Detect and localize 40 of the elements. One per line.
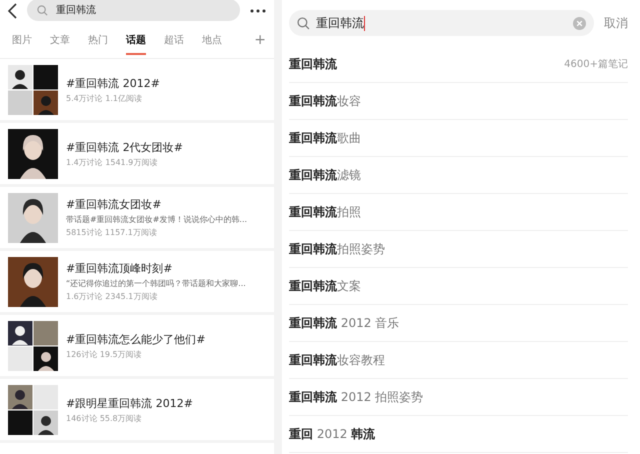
topic-title[interactable]: #重回韩流 2012# [66, 76, 160, 90]
suggestion-item[interactable]: 重回韩流 [289, 56, 337, 72]
suggestion-item[interactable]: 重回韩流滤镜 [289, 166, 361, 184]
suggestion-item[interactable]: 重回韩流文案 [289, 278, 361, 294]
topic-stats: 146讨论 55.8万阅读 [66, 412, 143, 424]
search-field[interactable]: 重回韩流 [289, 10, 594, 36]
topic-stats: 5.4万讨论 1.1亿阅读 [66, 92, 143, 104]
suggestion-item[interactable]: 重回韩流 2012 拍照姿势 [289, 388, 424, 406]
add-tab-button[interactable]: + [254, 32, 266, 48]
tab[interactable]: 图片 [12, 25, 50, 55]
suggestion-item[interactable]: 重回韩流妆容教程 [289, 352, 385, 368]
topic-description: 带话题#重回韩流女团妆#发博！说说你心中的韩... [66, 214, 248, 225]
topic-title[interactable]: #重回韩流顶峰时刻# [66, 261, 246, 276]
topic-title[interactable]: #重回韩流 2代女团妆# [66, 140, 183, 154]
more-icon[interactable] [250, 9, 266, 13]
topic-title[interactable]: #跟明星重回韩流 2012# [66, 396, 193, 410]
note-count: 4600+篇笔记 [564, 58, 628, 71]
tab[interactable]: 超话 [164, 25, 202, 55]
suggestion-item[interactable]: 重回韩流 2012 音乐 [289, 314, 400, 332]
suggestion-item[interactable]: 重回韩流拍照 [289, 204, 361, 220]
suggestion-item[interactable]: 重回 2012 韩流 [289, 426, 376, 442]
topic-title[interactable]: #重回韩流女团妆# [66, 197, 248, 212]
topic-stats: 126讨论 19.5万阅读 [66, 348, 143, 360]
topic-title[interactable]: #重回韩流怎么能少了他们# [66, 332, 206, 346]
topic-stats: 1.4万讨论 1541.9万阅读 [66, 156, 158, 168]
topic-description: “还记得你追过的第一个韩团吗？带话题和大家聊... [66, 278, 246, 289]
suggestion-item[interactable]: 重回韩流拍照姿势 [289, 240, 385, 258]
topic-stats: 1.6万讨论 2345.1万阅读 [66, 291, 158, 302]
back-icon[interactable] [8, 3, 17, 19]
tab[interactable]: 话题 [126, 25, 146, 55]
tab[interactable]: 地点 [202, 25, 240, 55]
suggestion-item[interactable]: 重回韩流妆容 [289, 92, 361, 110]
tab[interactable]: 文章 [50, 25, 88, 55]
topic-stats: 5815讨论 1157.1万阅读 [66, 227, 158, 238]
search-icon [297, 16, 310, 30]
search-field[interactable]: 重回韩流 [27, 0, 240, 21]
tab[interactable]: 热门 [88, 25, 126, 55]
cancel-button[interactable]: 取消 [604, 14, 628, 32]
search-icon [37, 4, 48, 16]
suggestion-item[interactable]: 重回韩流歌曲 [289, 130, 361, 146]
